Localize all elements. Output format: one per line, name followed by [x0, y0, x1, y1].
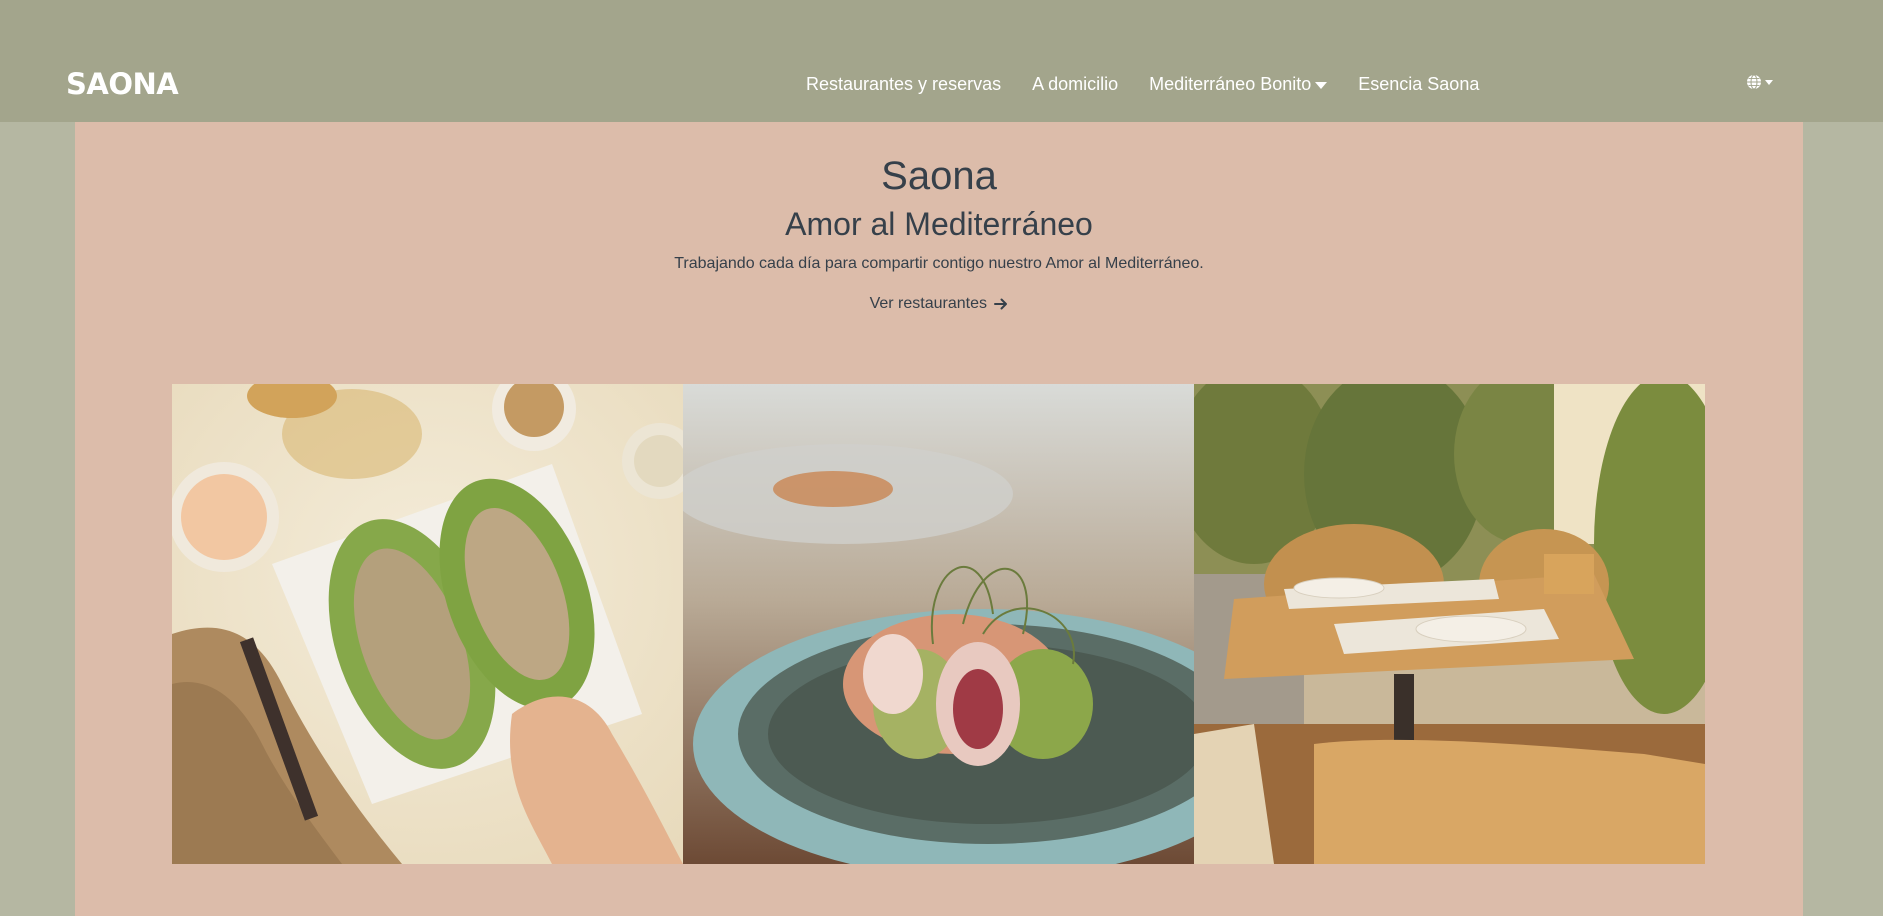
caret-down-icon [1765, 79, 1773, 85]
nav-item-restaurantes[interactable]: Restaurantes y reservas [806, 72, 1001, 96]
lettuce-wraps-photo [172, 384, 683, 864]
caret-down-icon [1315, 81, 1328, 89]
nav-item-mediterraneo-bonito[interactable]: Mediterráneo Bonito [1149, 72, 1328, 96]
nav-item-esencia-saona[interactable]: Esencia Saona [1358, 72, 1479, 96]
nav-item-a-domicilio[interactable]: A domicilio [1032, 72, 1118, 96]
main-nav: Restaurantes y reservas A domicilio Medi… [806, 72, 1510, 96]
globe-icon [1747, 74, 1761, 90]
language-selector[interactable] [1746, 74, 1773, 90]
nav-item-label: A domicilio [1032, 74, 1119, 94]
main-content: Saona Amor al Mediterráneo Trabajando ca… [75, 122, 1803, 916]
cta-label: Ver restaurantes [869, 295, 987, 312]
hero-title: Saona [881, 154, 997, 198]
photo-gallery [172, 384, 1705, 864]
hero-subtitle: Amor al Mediterráneo [785, 206, 1093, 242]
nav-item-label: Restaurantes y reservas [806, 74, 1002, 94]
nav-item-label: Esencia Saona [1358, 74, 1480, 94]
top-navbar: SAONA Restaurantes y reservas A domicili… [0, 0, 1883, 122]
hero-description: Trabajando cada día para compartir conti… [674, 255, 1204, 272]
hero-cta-wrapper: Ver restaurantes [75, 293, 1803, 315]
nav-item-label: Mediterráneo Bonito [1149, 74, 1312, 94]
terrace-table-photo [1194, 384, 1705, 864]
ver-restaurantes-link[interactable]: Ver restaurantes [870, 295, 1009, 312]
arrow-right-icon [994, 298, 1008, 310]
fig-prosciutto-dish-photo [683, 384, 1194, 864]
saona-logo[interactable]: SAONA [66, 66, 179, 102]
